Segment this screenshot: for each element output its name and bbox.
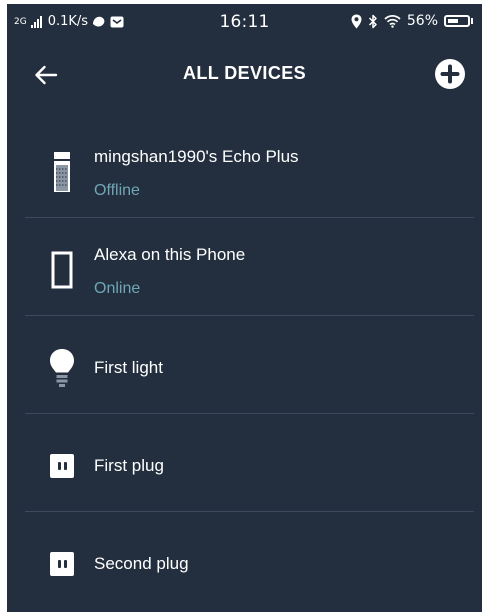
battery-icon xyxy=(444,15,473,27)
app-screen: 2G 0.1K/s 16:11 56% ALL DEVICES mingshan… xyxy=(7,4,482,612)
device-item-echo-plus[interactable]: mingshan1990's Echo Plus Offline xyxy=(7,120,482,218)
device-status: Offline xyxy=(94,182,140,199)
device-item-first-light[interactable]: First light xyxy=(7,316,482,414)
add-device-button[interactable] xyxy=(434,58,466,90)
device-name: Second plug xyxy=(94,554,189,573)
plus-circle-icon xyxy=(435,59,465,89)
page-title: ALL DEVICES xyxy=(182,63,307,83)
app-header: ALL DEVICES xyxy=(7,52,482,94)
device-item-alexa-phone[interactable]: Alexa on this Phone Online xyxy=(7,218,482,316)
device-name: Alexa on this Phone xyxy=(94,245,246,264)
device-name: mingshan1990's Echo Plus xyxy=(94,147,299,166)
status-bar: 2G 0.1K/s 16:11 56% xyxy=(7,4,482,40)
plug-icon xyxy=(47,542,77,586)
light-bulb-icon xyxy=(47,346,77,390)
bluetooth-icon xyxy=(368,14,378,29)
device-item-second-plug[interactable]: Second plug xyxy=(7,512,482,610)
device-list: mingshan1990's Echo Plus Offline Alexa o… xyxy=(7,120,482,610)
device-status: Online xyxy=(94,280,141,297)
plug-icon xyxy=(47,444,77,488)
device-name: First light xyxy=(94,358,163,377)
device-name: First plug xyxy=(94,456,164,475)
device-item-first-plug[interactable]: First plug xyxy=(7,414,482,512)
wifi-icon xyxy=(384,14,401,28)
phone-device-icon xyxy=(47,248,77,292)
status-right: 56% xyxy=(351,13,473,29)
battery-percentage: 56% xyxy=(406,13,438,29)
phone-frame: 2G 0.1K/s 16:11 56% ALL DEVICES mingshan… xyxy=(0,0,485,612)
echo-plus-icon xyxy=(47,150,77,194)
location-icon xyxy=(351,14,362,29)
